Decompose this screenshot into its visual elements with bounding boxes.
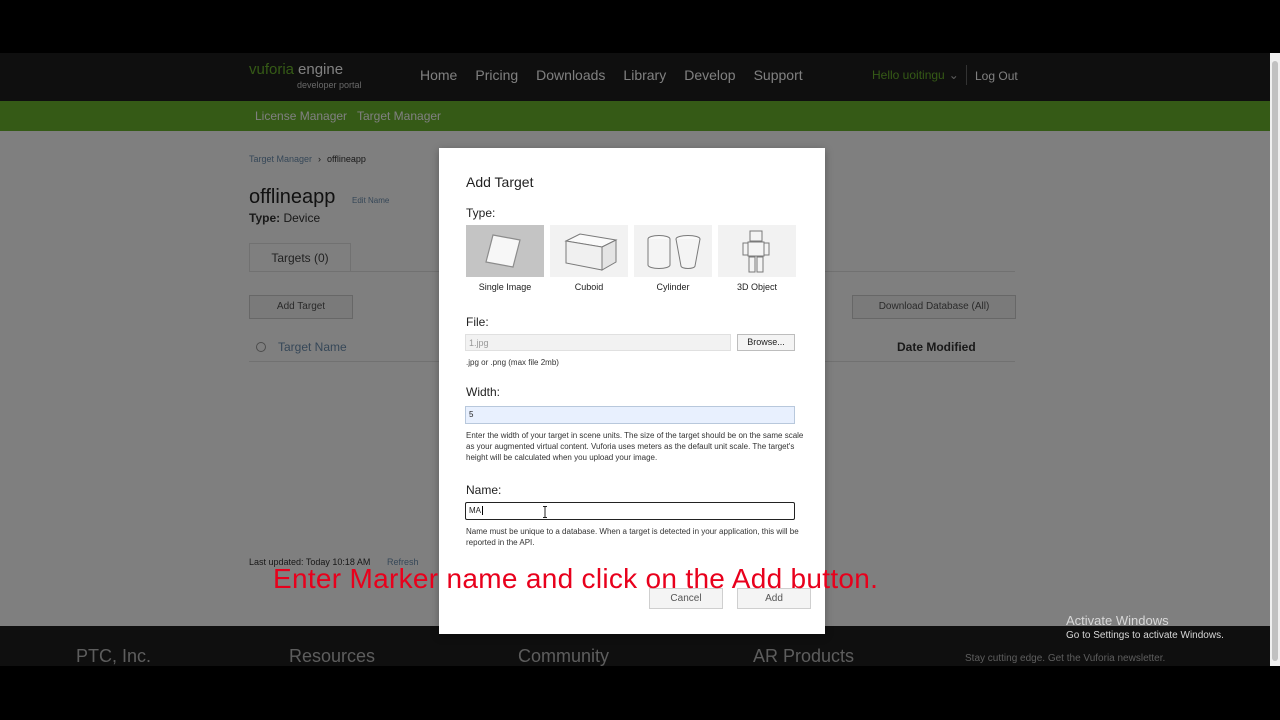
page-scrollbar[interactable] <box>1270 53 1280 666</box>
width-label: Width: <box>466 385 501 399</box>
file-hint: .jpg or .png (max file 2mb) <box>466 358 559 367</box>
activate-title: Activate Windows <box>1066 613 1169 628</box>
activate-subtitle: Go to Settings to activate Windows. <box>1066 630 1224 641</box>
type-single-image-label: Single Image <box>478 282 532 292</box>
3d-object-icon <box>742 230 770 273</box>
type-label: Type: <box>466 206 496 220</box>
single-image-icon <box>485 234 521 268</box>
type-cylinder[interactable] <box>634 225 712 277</box>
cylinder-icon <box>647 235 701 269</box>
cuboid-icon <box>564 233 618 271</box>
windows-activation-watermark: Activate Windows Go to Settings to activ… <box>1066 613 1224 641</box>
type-single-image[interactable] <box>466 225 544 277</box>
name-hint: Name must be unique to a database. When … <box>466 527 799 547</box>
add-target-dialog: Add Target Type: Single Image Cuboid Cyl… <box>439 148 825 634</box>
type-cylinder-label: Cylinder <box>656 282 690 292</box>
width-field[interactable]: 5 <box>465 406 795 424</box>
width-hint: Enter the width of your target in scene … <box>466 431 804 462</box>
text-caret <box>482 506 483 516</box>
text-cursor-icon <box>543 506 547 518</box>
type-3d-object[interactable] <box>718 225 796 277</box>
file-label: File: <box>466 315 489 329</box>
type-3d-object-label: 3D Object <box>736 282 778 292</box>
tutorial-caption: Enter Marker name and click on the Add b… <box>273 563 879 594</box>
file-field[interactable]: 1.jpg <box>465 334 731 351</box>
type-cuboid[interactable] <box>550 225 628 277</box>
name-label: Name: <box>466 483 502 497</box>
scrollbar-thumb[interactable] <box>1272 61 1278 661</box>
browse-button[interactable]: Browse... <box>737 334 795 351</box>
type-cuboid-label: Cuboid <box>574 282 604 292</box>
name-field-value: MA <box>469 506 481 515</box>
name-field[interactable]: MA <box>465 502 795 520</box>
dialog-title: Add Target <box>466 174 534 190</box>
